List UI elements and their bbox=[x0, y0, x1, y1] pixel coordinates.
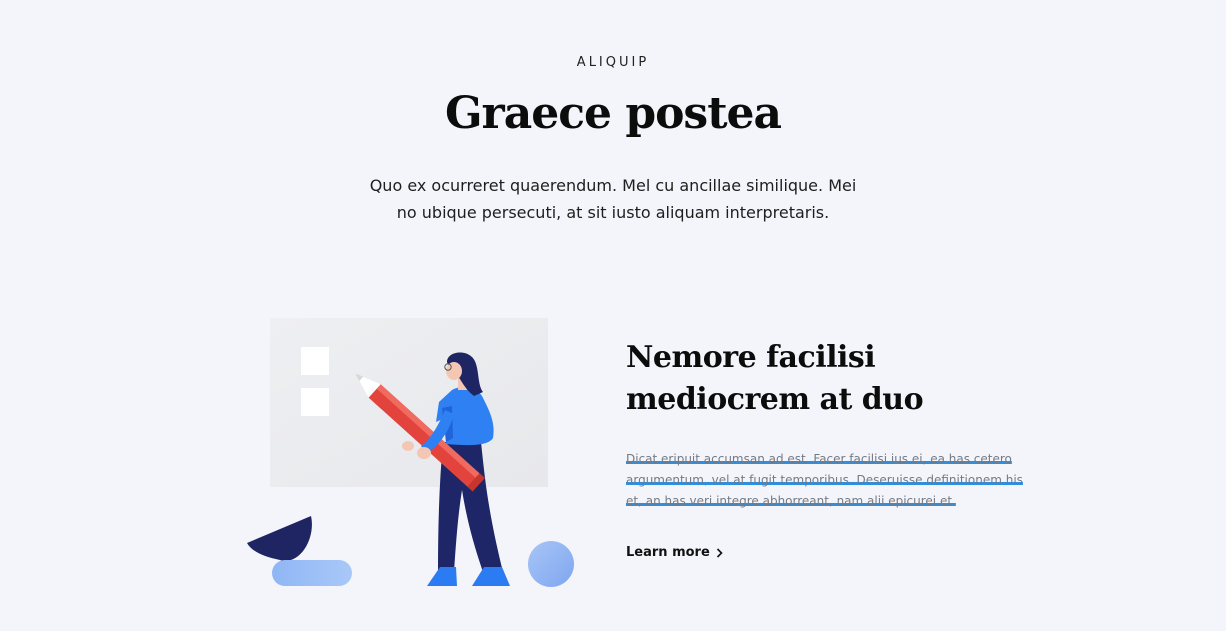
checkbox-square bbox=[301, 388, 329, 416]
person-shoe bbox=[472, 567, 510, 586]
person-face bbox=[446, 362, 462, 380]
section-title: Graece postea bbox=[444, 88, 782, 139]
section-lead: Quo ex ocurreret quaerendum. Mel cu anci… bbox=[369, 176, 857, 222]
person-hand bbox=[402, 441, 414, 451]
ball-shape bbox=[528, 541, 574, 587]
feature-title: Nemore facilisi mediocrem at duo bbox=[626, 340, 924, 417]
highlighted-text: Dicat eripuit accumsan ad est. Facer fac… bbox=[626, 452, 1023, 508]
chevron-right-icon bbox=[716, 547, 723, 558]
learn-more-label: Learn more bbox=[626, 545, 710, 560]
checkbox-square bbox=[301, 347, 329, 375]
person-hand bbox=[417, 447, 431, 459]
person-holding-pencil-illustration bbox=[240, 310, 580, 594]
feature-body: Dicat eripuit accumsan ad est. Facer fac… bbox=[626, 449, 1036, 512]
half-bowl-shape bbox=[247, 516, 312, 561]
section-eyebrow: ALIQUIP bbox=[576, 55, 650, 70]
learn-more-link[interactable]: Learn more bbox=[626, 545, 723, 560]
pill-shape bbox=[272, 560, 352, 586]
person-shoe bbox=[427, 567, 457, 586]
